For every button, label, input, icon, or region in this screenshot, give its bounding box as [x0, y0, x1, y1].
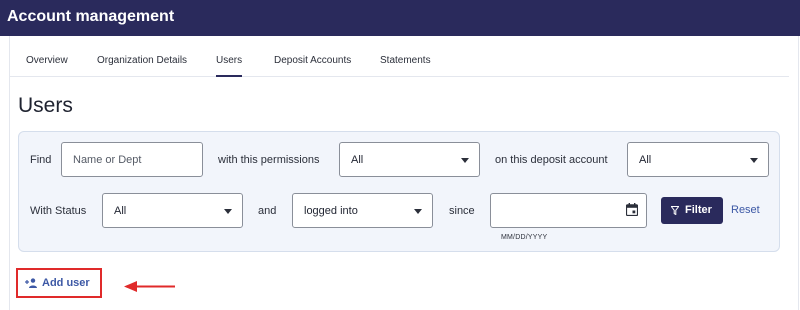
name-search-input[interactable]: Name or Dept [61, 142, 203, 177]
tab-users[interactable]: Users [216, 55, 243, 77]
chevron-down-icon [414, 209, 422, 214]
tab-overview[interactable]: Overview [26, 55, 68, 67]
funnel-icon [671, 206, 679, 215]
add-user-button[interactable]: Add user [16, 268, 102, 298]
name-search-placeholder: Name or Dept [73, 154, 142, 166]
add-user-label: Add user [42, 277, 90, 289]
filter-button[interactable]: Filter [661, 197, 723, 224]
tab-statements[interactable]: Statements [380, 55, 431, 67]
tab-organization-details[interactable]: Organization Details [97, 55, 187, 67]
deposit-account-label: on this deposit account [495, 154, 608, 166]
calendar-icon[interactable] [626, 203, 638, 216]
person-add-icon [25, 278, 37, 288]
find-label: Find [30, 154, 52, 166]
app-header: Account management [0, 0, 800, 36]
since-date-input[interactable] [490, 193, 647, 228]
app-title: Account management [7, 8, 175, 25]
and-label: and [258, 205, 277, 217]
reset-link[interactable]: Reset [731, 204, 760, 217]
page-title: Users [18, 94, 73, 117]
status-label: With Status [30, 205, 87, 217]
chevron-down-icon [750, 158, 758, 163]
deposit-account-value: All [639, 154, 652, 166]
date-format-hint: MM/DD/YYYY [501, 234, 548, 241]
tab-bar: Overview Organization Details Users Depo… [9, 44, 789, 77]
login-activity-value: logged into [304, 205, 358, 217]
status-select[interactable]: All [102, 193, 243, 228]
permissions-value: All [351, 154, 364, 166]
permissions-select[interactable]: All [339, 142, 480, 177]
annotation-arrow-icon [124, 281, 175, 292]
chevron-down-icon [461, 158, 469, 163]
login-activity-select[interactable]: logged into [292, 193, 433, 228]
status-value: All [114, 205, 127, 217]
since-label: since [449, 205, 475, 217]
filter-button-label: Filter [685, 204, 712, 216]
tab-deposit-accounts[interactable]: Deposit Accounts [274, 55, 351, 67]
deposit-account-select[interactable]: All [627, 142, 769, 177]
chevron-down-icon [224, 209, 232, 214]
permissions-label: with this permissions [218, 154, 320, 166]
